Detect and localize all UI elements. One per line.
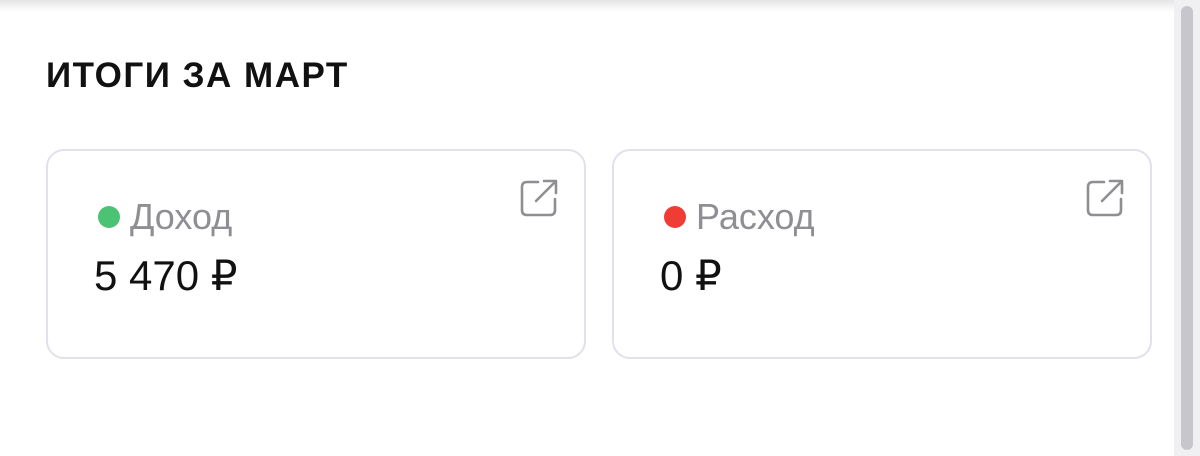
expense-card[interactable]: Расход 0 ₽ xyxy=(612,149,1152,359)
external-link-icon xyxy=(1086,179,1124,217)
income-open-button[interactable] xyxy=(518,177,560,219)
income-status-dot xyxy=(98,206,120,228)
expense-value: 0 ₽ xyxy=(660,252,722,299)
scrollbar-thumb[interactable] xyxy=(1181,6,1193,450)
scrollbar[interactable] xyxy=(1174,0,1200,456)
external-link-icon xyxy=(520,179,558,217)
income-value: 5 470 ₽ xyxy=(94,252,238,299)
income-label: Доход xyxy=(130,196,233,237)
income-header: Доход xyxy=(98,195,232,239)
top-shadow xyxy=(0,0,1200,12)
expense-status-dot xyxy=(664,206,686,228)
expense-label: Расход xyxy=(696,196,815,237)
income-card[interactable]: Доход 5 470 ₽ xyxy=(46,149,586,359)
section-title: ИТОГИ ЗА МАРТ xyxy=(46,56,349,95)
expense-header: Расход xyxy=(664,195,815,239)
expense-open-button[interactable] xyxy=(1084,177,1126,219)
